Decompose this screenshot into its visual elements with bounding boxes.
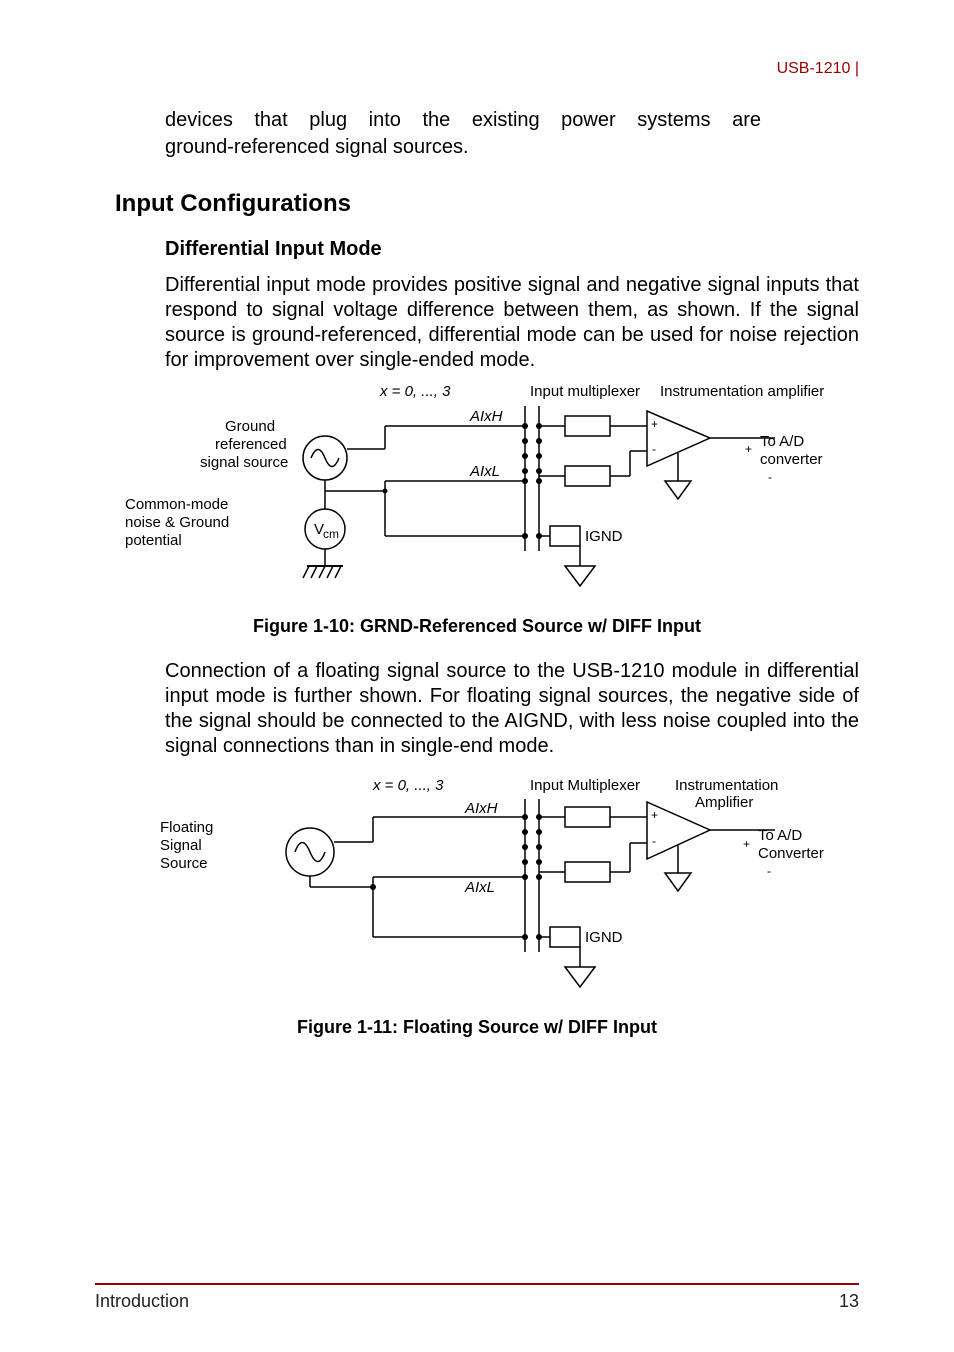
intro-paragraph-line1: devices that plug into the existing powe… xyxy=(165,108,859,133)
amp-label-2b: Amplifier xyxy=(695,794,753,811)
figure-1-10: x = 0, ..., 3 Input multiplexer Instrume… xyxy=(95,381,859,637)
product-id: USB-1210 xyxy=(777,60,851,77)
figure-1-10-caption: Figure 1-10: GRND-Referenced Source w/ D… xyxy=(95,616,859,637)
out-minus-2: - xyxy=(767,864,771,878)
aixl-label-2: AIxL xyxy=(464,879,495,896)
x-range-label: x = 0, ..., 3 xyxy=(379,383,451,400)
footer-section: Introduction xyxy=(95,1291,189,1312)
gnd-ref-line2: signal source xyxy=(200,454,288,471)
gnd-ref-line1: referenced xyxy=(215,436,287,453)
figure-1-11-caption: Figure 1-11: Floating Source w/ DIFF Inp… xyxy=(95,1017,859,1038)
x-range-label-2: x = 0, ..., 3 xyxy=(372,777,444,794)
page-footer: Introduction 13 xyxy=(95,1283,859,1312)
amp-label-2a: Instrumentation xyxy=(675,777,778,794)
mux-label: Input multiplexer xyxy=(530,383,640,400)
aixh-label: AIxH xyxy=(469,408,503,425)
amp-minus-2: - xyxy=(652,834,656,848)
grnd-ref-diagram: x = 0, ..., 3 Input multiplexer Instrume… xyxy=(95,381,875,596)
toad-line1: converter xyxy=(760,451,823,468)
section-heading: Input Configurations xyxy=(115,190,859,218)
floating-paragraph: Connection of a floating signal source t… xyxy=(165,659,859,759)
amp-plus-2: + xyxy=(651,808,658,822)
ignd-label-2: IGND xyxy=(585,929,623,946)
float-line0: Floating xyxy=(160,819,213,836)
cm-line1: noise & Ground xyxy=(125,514,229,531)
figure-1-11: x = 0, ..., 3 Input Multiplexer Instrume… xyxy=(95,777,859,1038)
amp-plus: + xyxy=(651,417,658,431)
cm-line0: Common-mode xyxy=(125,496,228,513)
vcm-sub: cm xyxy=(323,527,339,541)
mux-label-2: Input Multiplexer xyxy=(530,777,640,794)
ignd-label: IGND xyxy=(585,528,623,545)
header-bar: | xyxy=(855,60,859,77)
toad-line0-2: To A/D xyxy=(758,827,802,844)
amp-minus: - xyxy=(652,442,656,456)
amp-label: Instrumentation amplifier xyxy=(660,383,824,400)
float-line2: Source xyxy=(160,855,208,872)
cm-line2: potential xyxy=(125,532,182,549)
gnd-ref-line0: Ground xyxy=(225,418,275,435)
toad-line1-2: Converter xyxy=(758,845,824,862)
floating-source-diagram: x = 0, ..., 3 Input Multiplexer Instrume… xyxy=(95,777,875,997)
aixh-label-2: AIxH xyxy=(464,800,498,817)
aixl-label: AIxL xyxy=(469,463,500,480)
subsection-heading: Differential Input Mode xyxy=(165,238,859,261)
footer-page-number: 13 xyxy=(839,1291,859,1312)
intro-paragraph-line2: ground-referenced signal sources. xyxy=(165,135,859,160)
out-plus-2: + xyxy=(743,837,750,851)
diff-mode-paragraph: Differential input mode provides positiv… xyxy=(165,273,859,373)
toad-line0: To A/D xyxy=(760,433,804,450)
out-minus: - xyxy=(768,470,772,484)
out-plus: + xyxy=(745,442,752,456)
page-header: USB-1210 | xyxy=(95,60,859,78)
float-line1: Signal xyxy=(160,837,202,854)
